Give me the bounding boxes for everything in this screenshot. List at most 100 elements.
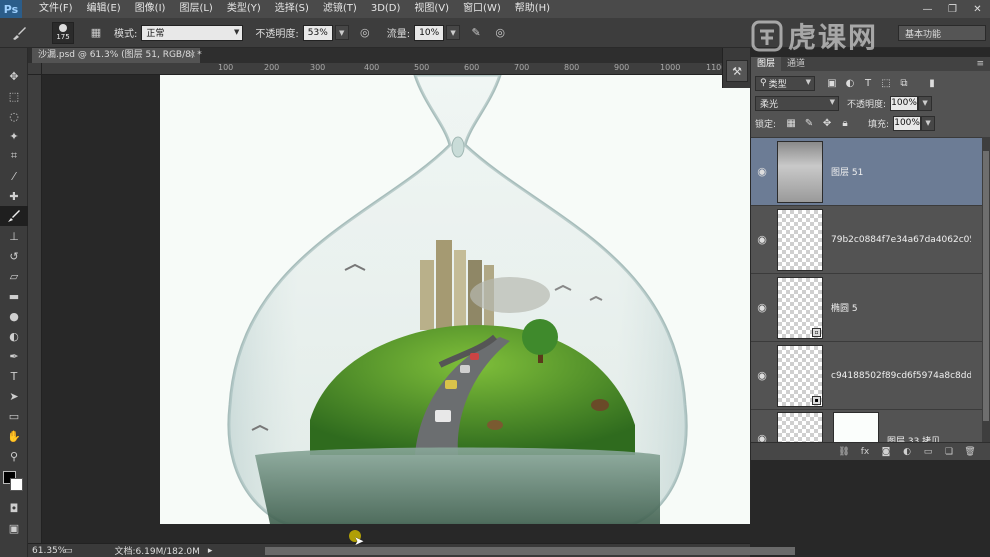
status-info-icon[interactable]: ▭ — [64, 546, 73, 556]
flow-input[interactable]: 10% — [414, 24, 445, 41]
quick-select-tool-icon[interactable]: ✦ — [0, 126, 28, 146]
marquee-tool-icon[interactable]: ⬚ — [0, 86, 28, 106]
adjustment-icon[interactable]: ◐ — [898, 445, 916, 459]
lock-position-icon[interactable]: ✥ — [820, 116, 834, 130]
layer-row[interactable]: ◉ ▪ c94188502f89cd6f5974a8c8dd08... — [751, 342, 983, 410]
menu-3d[interactable]: 3D(D) — [364, 0, 408, 18]
pen-tool-icon[interactable]: ✒ — [0, 346, 28, 366]
tool-presets-dock-icon[interactable]: ⚒ — [726, 60, 748, 82]
layer-row[interactable]: ◉ 图层 51 — [751, 138, 983, 206]
tab-layers[interactable]: 图层 — [751, 57, 782, 71]
mask-icon[interactable]: ◙ — [877, 445, 895, 459]
blur-tool-icon[interactable]: ● — [0, 306, 28, 326]
color-swatches[interactable] — [0, 470, 28, 494]
document-tab[interactable]: 沙漏.psd @ 61.3% (图层 51, RGB/8) * × — [32, 48, 202, 63]
shape-tool-icon[interactable]: ▭ — [0, 406, 28, 426]
close-button[interactable]: ✕ — [965, 0, 990, 18]
fill-input[interactable]: 100% — [893, 115, 922, 131]
filter-shape-icon[interactable]: ⬚ — [879, 76, 893, 90]
new-layer-icon[interactable]: ❏ — [940, 445, 958, 459]
background-color[interactable] — [10, 478, 23, 491]
flow-dropdown-icon[interactable]: ▼ — [446, 25, 461, 40]
dodge-tool-icon[interactable]: ◐ — [0, 326, 28, 346]
horizontal-scrollbar[interactable] — [265, 547, 795, 555]
brush-size-picker[interactable]: 175 — [52, 21, 74, 44]
eye-icon[interactable]: ◉ — [751, 369, 773, 382]
airbrush-icon[interactable]: ✎ — [468, 25, 484, 41]
brush-panel-toggle-icon[interactable]: ▦ — [88, 25, 104, 41]
screen-mode-icon[interactable]: ▣ — [0, 518, 28, 538]
lock-all-icon[interactable]: 🔒︎ — [838, 116, 852, 130]
layer-row[interactable]: ◉ ▫ 椭圆 5 — [751, 274, 983, 342]
maximize-button[interactable]: ❐ — [940, 0, 965, 18]
document-canvas[interactable] — [160, 75, 753, 524]
brush-tool-icon[interactable] — [0, 206, 28, 226]
eraser-tool-icon[interactable]: ▱ — [0, 266, 28, 286]
watermark-text: 虎课网 — [788, 21, 879, 54]
mode-select[interactable]: 正常 ▼ — [141, 24, 244, 41]
menu-view[interactable]: 视图(V) — [407, 0, 456, 18]
eye-icon[interactable]: ◉ — [751, 432, 773, 442]
eye-icon[interactable]: ◉ — [751, 233, 773, 246]
ruler-label: 700 — [514, 63, 530, 72]
status-menu-arrow-icon[interactable]: ▸ — [208, 546, 213, 556]
brush-tool-preset-icon[interactable] — [6, 20, 32, 46]
pressure-opacity-icon[interactable]: ◎ — [357, 25, 373, 41]
menu-type[interactable]: 类型(Y) — [220, 0, 268, 18]
eye-icon[interactable]: ◉ — [751, 165, 773, 178]
pressure-size-icon[interactable]: ◎ — [492, 25, 508, 41]
zoom-tool-icon[interactable]: ⚲ — [0, 446, 28, 466]
panel-menu-icon[interactable]: ≡ — [976, 59, 984, 69]
close-tab-icon[interactable]: × — [188, 48, 196, 63]
tools-panel: ✥ ⬚ ◌ ✦ ⌗ ⁄ ✚ ⊥ ↺ ▱ ▬ ● ◐ ✒ T ➤ ▭ ✋ ⚲ ◘ … — [0, 48, 28, 557]
layer-row[interactable]: ◉ 79b2c0884f7e34a67da4062c052b... — [751, 206, 983, 274]
lock-transparent-icon[interactable]: ▦ — [784, 116, 798, 130]
quick-mask-icon[interactable]: ◘ — [0, 498, 28, 518]
horizontal-scroll-thumb[interactable] — [265, 547, 795, 555]
stamp-tool-icon[interactable]: ⊥ — [0, 226, 28, 246]
canvas-area[interactable] — [42, 75, 753, 543]
fx-icon[interactable]: fx — [856, 445, 874, 459]
gradient-tool-icon[interactable]: ▬ — [0, 286, 28, 306]
lasso-tool-icon[interactable]: ◌ — [0, 106, 28, 126]
filter-pixel-icon[interactable]: ▣ — [825, 76, 839, 90]
link-icon[interactable]: ⛓ — [835, 445, 853, 459]
move-tool-icon[interactable]: ✥ — [0, 66, 28, 86]
opacity-input[interactable]: 53% — [302, 24, 333, 41]
menu-select[interactable]: 选择(S) — [268, 0, 316, 18]
history-brush-tool-icon[interactable]: ↺ — [0, 246, 28, 266]
menu-filter[interactable]: 滤镜(T) — [316, 0, 364, 18]
filter-type-icon[interactable]: T — [861, 76, 875, 90]
layers-scroll-thumb[interactable] — [983, 151, 989, 421]
menu-window[interactable]: 窗口(W) — [456, 0, 508, 18]
lock-pixels-icon[interactable]: ✎ — [802, 116, 816, 130]
group-icon[interactable]: ▭ — [919, 445, 937, 459]
opacity-dropdown-icon[interactable]: ▼ — [334, 25, 349, 40]
tab-channels[interactable]: 通道 — [781, 57, 811, 71]
eyedropper-tool-icon[interactable]: ⁄ — [0, 166, 28, 186]
type-tool-icon[interactable]: T — [0, 366, 28, 386]
menu-edit[interactable]: 编辑(E) — [80, 0, 128, 18]
trash-icon[interactable]: 🗑︎ — [961, 445, 979, 459]
blend-row: 柔光 ▼ 不透明度: 100% ▼ — [751, 93, 990, 113]
hand-tool-icon[interactable]: ✋ — [0, 426, 28, 446]
layer-row[interactable]: ◉ 图层 33 拷贝 — [751, 410, 983, 442]
filter-smart-object-icon[interactable]: ⧉ — [897, 76, 911, 90]
menu-image[interactable]: 图像(I) — [128, 0, 173, 18]
zoom-level[interactable]: 61.35% — [28, 546, 66, 556]
fill-dropdown-icon[interactable]: ▼ — [921, 115, 936, 131]
menu-help[interactable]: 帮助(H) — [508, 0, 557, 18]
crop-tool-icon[interactable]: ⌗ — [0, 146, 28, 166]
eye-icon[interactable]: ◉ — [751, 301, 773, 314]
menu-layer[interactable]: 图层(L) — [172, 0, 219, 18]
kind-filter-select[interactable]: ⚲ 类型 ▼ — [755, 75, 815, 91]
layer-opacity-input[interactable]: 100% — [890, 95, 919, 111]
healing-brush-tool-icon[interactable]: ✚ — [0, 186, 28, 206]
path-select-tool-icon[interactable]: ➤ — [0, 386, 28, 406]
filter-adjustment-icon[interactable]: ◐ — [843, 76, 857, 90]
filter-toggle-icon[interactable]: ▮ — [925, 76, 939, 90]
blend-mode-select[interactable]: 柔光 ▼ — [755, 95, 839, 111]
layer-opacity-dropdown-icon[interactable]: ▼ — [918, 95, 933, 111]
layers-scrollbar[interactable] — [982, 137, 990, 442]
menu-file[interactable]: 文件(F) — [32, 0, 80, 18]
